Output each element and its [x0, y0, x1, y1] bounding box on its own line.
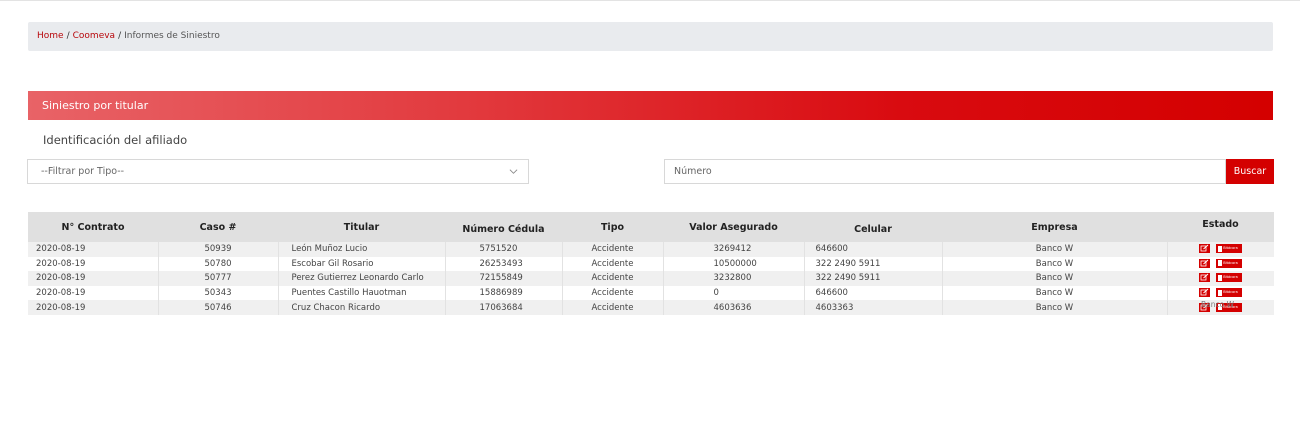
type-filter-value: --Filtrar por Tipo--	[41, 166, 125, 177]
cell-caso: 50939	[158, 242, 279, 257]
column-header-celular[interactable]: Celular	[804, 212, 942, 242]
breadcrumb-separator: /	[118, 31, 122, 41]
cell-cedula: 26253493	[445, 256, 563, 272]
cell-cedula: 5751520	[445, 242, 563, 257]
cell-estado: Bitácora	[1167, 242, 1274, 257]
cell-estado: Bitácora	[1167, 286, 1274, 301]
cell-empresa: Banco W	[942, 300, 1168, 315]
cell-caso: 50746	[158, 300, 279, 315]
table-row[interactable]: 2020-08-19 50746 Cruz Chacon Ricardo 170…	[28, 300, 1274, 315]
column-header-valor[interactable]: Valor Asegurado	[663, 212, 804, 242]
cell-empresa: Banco W	[942, 271, 1168, 286]
column-header-cedula[interactable]: Número Cédula	[445, 212, 562, 242]
document-icon	[1217, 274, 1222, 281]
bitacora-label: Bitácora	[1223, 260, 1238, 265]
cell-titular: Perez Gutierrez Leonardo Carlo	[278, 271, 446, 286]
cell-tipo: Accidente	[562, 300, 664, 315]
column-header-estado[interactable]: Estado	[1167, 212, 1274, 242]
cell-empresa: Banco W	[942, 242, 1168, 257]
search-button[interactable]: Buscar	[1226, 159, 1274, 184]
breadcrumb-company-link[interactable]: Coomeva	[73, 31, 115, 41]
cell-titular: Puentes Castillo Hauotman	[278, 285, 446, 301]
cell-caso: 50777	[158, 271, 279, 286]
column-header-titular[interactable]: Titular	[278, 212, 445, 242]
cell-cedula: 15886989	[445, 285, 563, 301]
edit-icon[interactable]	[1199, 273, 1211, 283]
cell-contrato: 2020-08-19	[28, 271, 159, 286]
document-icon	[1217, 289, 1222, 296]
cell-valor: 0	[663, 285, 805, 301]
edit-icon[interactable]	[1199, 258, 1211, 268]
cell-tipo: Accidente	[562, 285, 664, 301]
cell-titular: Cruz Chacon Ricardo	[278, 300, 446, 315]
document-icon	[1217, 260, 1222, 267]
cell-valor: 3269412	[663, 242, 805, 257]
cell-tipo: Accidente	[562, 242, 664, 257]
cell-contrato: 2020-08-19	[28, 285, 159, 301]
cell-estado: Bitácora	[1167, 271, 1274, 286]
cell-valor: 3232800	[663, 271, 805, 286]
cell-celular: 646600	[804, 242, 943, 257]
breadcrumb-current: Informes de Siniestro	[124, 31, 220, 41]
cell-celular: 322 2490 5911	[804, 256, 943, 272]
cell-caso: 50780	[158, 256, 279, 272]
cell-valor: 4603636	[663, 300, 805, 315]
cell-celular: 4603363	[804, 300, 943, 315]
breadcrumb-home-link[interactable]: Home	[37, 31, 64, 41]
cell-celular: 646600	[804, 285, 943, 301]
cell-contrato: 2020-08-19	[28, 300, 159, 315]
column-header-caso[interactable]: Caso #	[158, 212, 278, 242]
cell-valor: 10500000	[663, 256, 805, 272]
cell-cedula: 17063684	[445, 300, 563, 315]
cell-contrato: 2020-08-19	[28, 242, 159, 257]
edit-icon[interactable]	[1199, 244, 1211, 254]
document-icon	[1217, 245, 1222, 252]
cell-cedula: 72155849	[445, 271, 563, 286]
cell-caso: 50343	[158, 285, 279, 301]
number-search-input[interactable]	[664, 159, 1226, 184]
cell-titular: Escobar Gil Rosario	[278, 256, 446, 272]
bitacora-label: Bitácora	[1223, 275, 1238, 280]
bitacora-label: Bitácora	[1223, 246, 1238, 251]
type-filter-select[interactable]: --Filtrar por Tipo--	[27, 159, 529, 184]
table-row[interactable]: 2020-08-19 50780 Escobar Gil Rosario 262…	[28, 256, 1274, 272]
table-row[interactable]: 2020-08-19 50343 Puentes Castillo Hauotm…	[28, 285, 1274, 301]
cell-empresa: Banco W	[942, 256, 1168, 272]
cell-titular: León Muñoz Lucio	[278, 242, 446, 257]
top-divider	[0, 0, 1300, 1]
edit-icon[interactable]	[1199, 288, 1211, 298]
bitacora-label: Bitácora	[1223, 290, 1238, 295]
breadcrumb: Home / Coomeva / Informes de Siniestro	[28, 22, 1273, 51]
section-title: Siniestro por titular	[42, 99, 149, 112]
chevron-down-icon	[509, 169, 518, 174]
column-header-contrato[interactable]: N° Contrato	[28, 212, 158, 242]
cell-contrato: 2020-08-19	[28, 256, 159, 272]
cell-empresa: Banco W	[942, 285, 1168, 301]
bitacora-button[interactable]: Bitácora	[1216, 258, 1243, 268]
cell-estado: Bitácora	[1167, 257, 1274, 272]
table-header-row: N° Contrato Caso # Titular Número Cédula…	[28, 212, 1274, 242]
table-row[interactable]: 2020-08-19 50939 León Muñoz Lucio 575152…	[28, 242, 1274, 257]
bitacora-button[interactable]: Bitácora	[1216, 244, 1243, 254]
column-header-empresa[interactable]: Empresa	[942, 212, 1167, 242]
breadcrumb-separator: /	[66, 31, 70, 41]
cell-celular: 322 2490 5911	[804, 271, 943, 286]
cell-tipo: Accidente	[562, 256, 664, 272]
results-table: N° Contrato Caso # Titular Número Cédula…	[28, 212, 1274, 315]
overlapping-empresa-text: Banco W	[1201, 300, 1235, 309]
bitacora-button[interactable]: Bitácora	[1216, 273, 1243, 283]
cell-tipo: Accidente	[562, 271, 664, 286]
column-header-tipo[interactable]: Tipo	[562, 212, 663, 242]
table-row[interactable]: 2020-08-19 50777 Perez Gutierrez Leonard…	[28, 271, 1274, 286]
section-subtitle: Identificación del afiliado	[43, 133, 188, 147]
bitacora-button[interactable]: Bitácora	[1216, 288, 1243, 298]
section-header: Siniestro por titular	[28, 91, 1273, 120]
